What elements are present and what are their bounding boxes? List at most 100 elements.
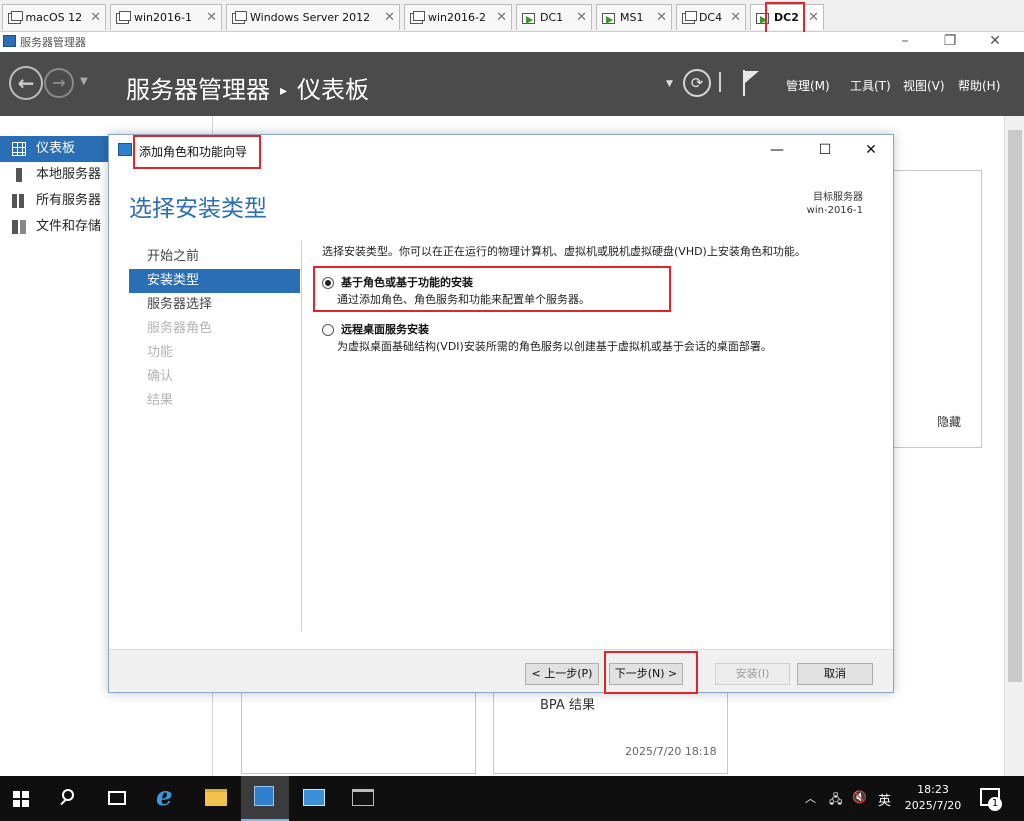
forward-button[interactable]: → [44,68,74,98]
vm-tab-label: DC2 [774,11,799,24]
window-title: 服务器管理器 [20,36,86,49]
dashboard-tile: 隐藏 [893,170,982,448]
option-role-based-install[interactable]: 基于角色或基于功能的安装 通过添加角色、角色服务和功能来配置单个服务器。 [322,274,682,314]
wizard-step-server-selection[interactable]: 服务器选择 [129,293,300,317]
notifications-flag-icon[interactable] [742,70,762,96]
close-icon[interactable]: ✕ [722,10,741,25]
task-view-icon [108,791,126,805]
network-icon[interactable]: 🖧 [829,790,842,811]
vm-tab-win2016-1[interactable]: win2016-1 ✕ [110,4,222,30]
vertical-scrollbar[interactable] [1004,116,1024,776]
destination-server: 目标服务器 win-2016-1 [807,191,863,217]
vm-tab-win2016-2[interactable]: win2016-2 ✕ [404,4,512,30]
option-title: 基于角色或基于功能的安装 [341,276,473,289]
volume-muted-icon[interactable]: 🔇 [852,790,867,804]
next-button[interactable]: 下一步(N) > [609,663,683,685]
menu-help[interactable]: 帮助(H) [958,77,1000,94]
menu-view[interactable]: 视图(V) [903,77,945,94]
bpa-results-label[interactable]: BPA 结果 [540,694,595,713]
vm-icon [231,10,247,25]
wizard-step-installation-type[interactable]: 安装类型 [129,269,300,293]
clock[interactable]: 18:23 2025/7/20 [900,782,966,814]
server-manager-header: ← → ▼ 服务器管理器 ▸ 仪表板 ▼ ⟳ 管理(M) 工具(T) 视图(V) 帮… [0,52,1024,116]
vm-tab-ms1[interactable]: MS1 ✕ [596,4,672,30]
menu-tools[interactable]: 工具(T) [850,77,891,94]
vm-tab-label: DC4 [698,11,723,24]
minimize-button[interactable]: — [757,139,797,161]
vm-icon [7,10,24,25]
wizard-step-results: 结果 [147,393,174,408]
notification-count-badge: 1 [988,797,1002,811]
dashboard-grid-icon [12,142,26,156]
timestamp: 2025/7/20 18:18 [625,745,717,758]
search-button[interactable] [46,776,94,821]
taskbar-command-prompt[interactable] [339,776,387,821]
vm-icon [115,10,131,25]
close-icon[interactable]: ✕ [488,10,507,25]
close-icon[interactable]: ✕ [568,10,587,25]
vm-tab-label: Windows Server 2012 [250,11,371,24]
vm-tab-winserver2012[interactable]: Windows Server 2012 ✕ [226,4,400,30]
taskbar-file-explorer[interactable] [193,776,241,821]
close-icon[interactable]: ✕ [82,10,101,25]
close-icon[interactable]: ✕ [648,10,667,25]
start-button[interactable] [0,776,48,821]
vm-tab-dc1[interactable]: DC1 ✕ [516,4,592,30]
wizard-step-before-you-begin[interactable]: 开始之前 [129,245,300,269]
sidebar-item-label: 所有服务器 [36,193,102,208]
wizard-description: 选择安装类型。你可以在正在运行的物理计算机、虚拟机或脱机虚拟硬盘(VHD)上安装… [322,245,806,258]
refresh-icon[interactable]: ⟳ [683,69,711,97]
vm-running-icon [601,11,615,25]
server-manager-icon [254,786,274,806]
maximize-button[interactable]: ☐ [805,139,845,161]
destination-server-name: win-2016-1 [806,205,863,216]
sidebar-item-label: 文件和存储 [36,219,102,234]
install-button: 安装(I) [715,663,790,685]
close-icon[interactable]: ✕ [198,10,217,25]
close-button[interactable]: ✕ [975,32,1015,52]
history-dropdown-icon[interactable]: ▼ [80,76,88,87]
scrollbar-thumb[interactable] [1008,130,1022,682]
vm-tab-dc4[interactable]: DC4 ✕ [676,4,746,30]
radio-button[interactable] [322,324,334,336]
page-title: 仪表板 [297,76,370,104]
close-icon[interactable]: ✕ [376,10,395,25]
taskbar-ie[interactable]: e [144,776,192,821]
terminal-icon [352,789,374,806]
vm-icon [681,10,697,25]
radio-button-selected[interactable] [322,277,334,289]
dashboard-tile: BPA 结果 2025/7/20 18:18 [493,693,728,774]
vm-tab-strip: macOS 12 ✕ win2016-1 ✕ Windows Server 20… [0,0,1024,35]
vm-tab-dc2[interactable]: DC2 ✕ [750,4,824,30]
taskbar-server-manager[interactable] [241,776,289,821]
hide-link[interactable]: 隐藏 [937,413,961,430]
menu-manage[interactable]: 管理(M) [786,77,830,94]
previous-button[interactable]: < 上一步(P) [525,663,599,685]
taskbar-control-panel[interactable] [290,776,338,821]
cancel-button[interactable]: 取消 [797,663,873,685]
sidebar-item-label: 仪表板 [36,141,76,156]
maximize-button[interactable]: ❐ [930,32,970,52]
clock-date: 2025/7/20 [904,799,962,812]
dashboard-tile [241,693,476,774]
tray-overflow-icon[interactable]: ︿ [805,790,816,806]
wizard-step-features: 功能 [147,345,174,360]
refresh-dropdown-icon[interactable]: ▼ [666,79,673,89]
option-description: 通过添加角色、角色服务和功能来配置单个服务器。 [337,293,590,306]
taskbar: e ︿ 🖧 🔇 英 18:23 2025/7/20 1 [0,776,1024,821]
breadcrumb: 服务器管理器 ▸ 仪表板 [126,70,369,105]
option-remote-desktop-install[interactable]: 远程桌面服务安装 为虚拟桌面基础结构(VDI)安装所需的角色服务以创建基于虚拟机… [322,321,802,361]
minimize-button[interactable]: – [885,32,925,52]
back-button[interactable]: ← [9,66,43,100]
vm-tab-label: win2016-2 [428,11,486,24]
close-button[interactable]: ✕ [851,139,891,161]
windows-logo-icon [13,791,29,807]
wizard-icon [118,143,132,156]
task-view-button[interactable] [94,776,142,821]
vm-running-icon [755,11,769,25]
close-icon[interactable]: ✕ [800,10,819,25]
wizard-step-confirmation: 确认 [147,369,174,384]
add-roles-wizard-dialog: 添加角色和功能向导 — ☐ ✕ 选择安装类型 目标服务器 win-2016-1 … [108,134,894,694]
vm-tab-macos[interactable]: macOS 12 ✕ [2,4,106,30]
ime-indicator[interactable]: 英 [878,790,891,809]
